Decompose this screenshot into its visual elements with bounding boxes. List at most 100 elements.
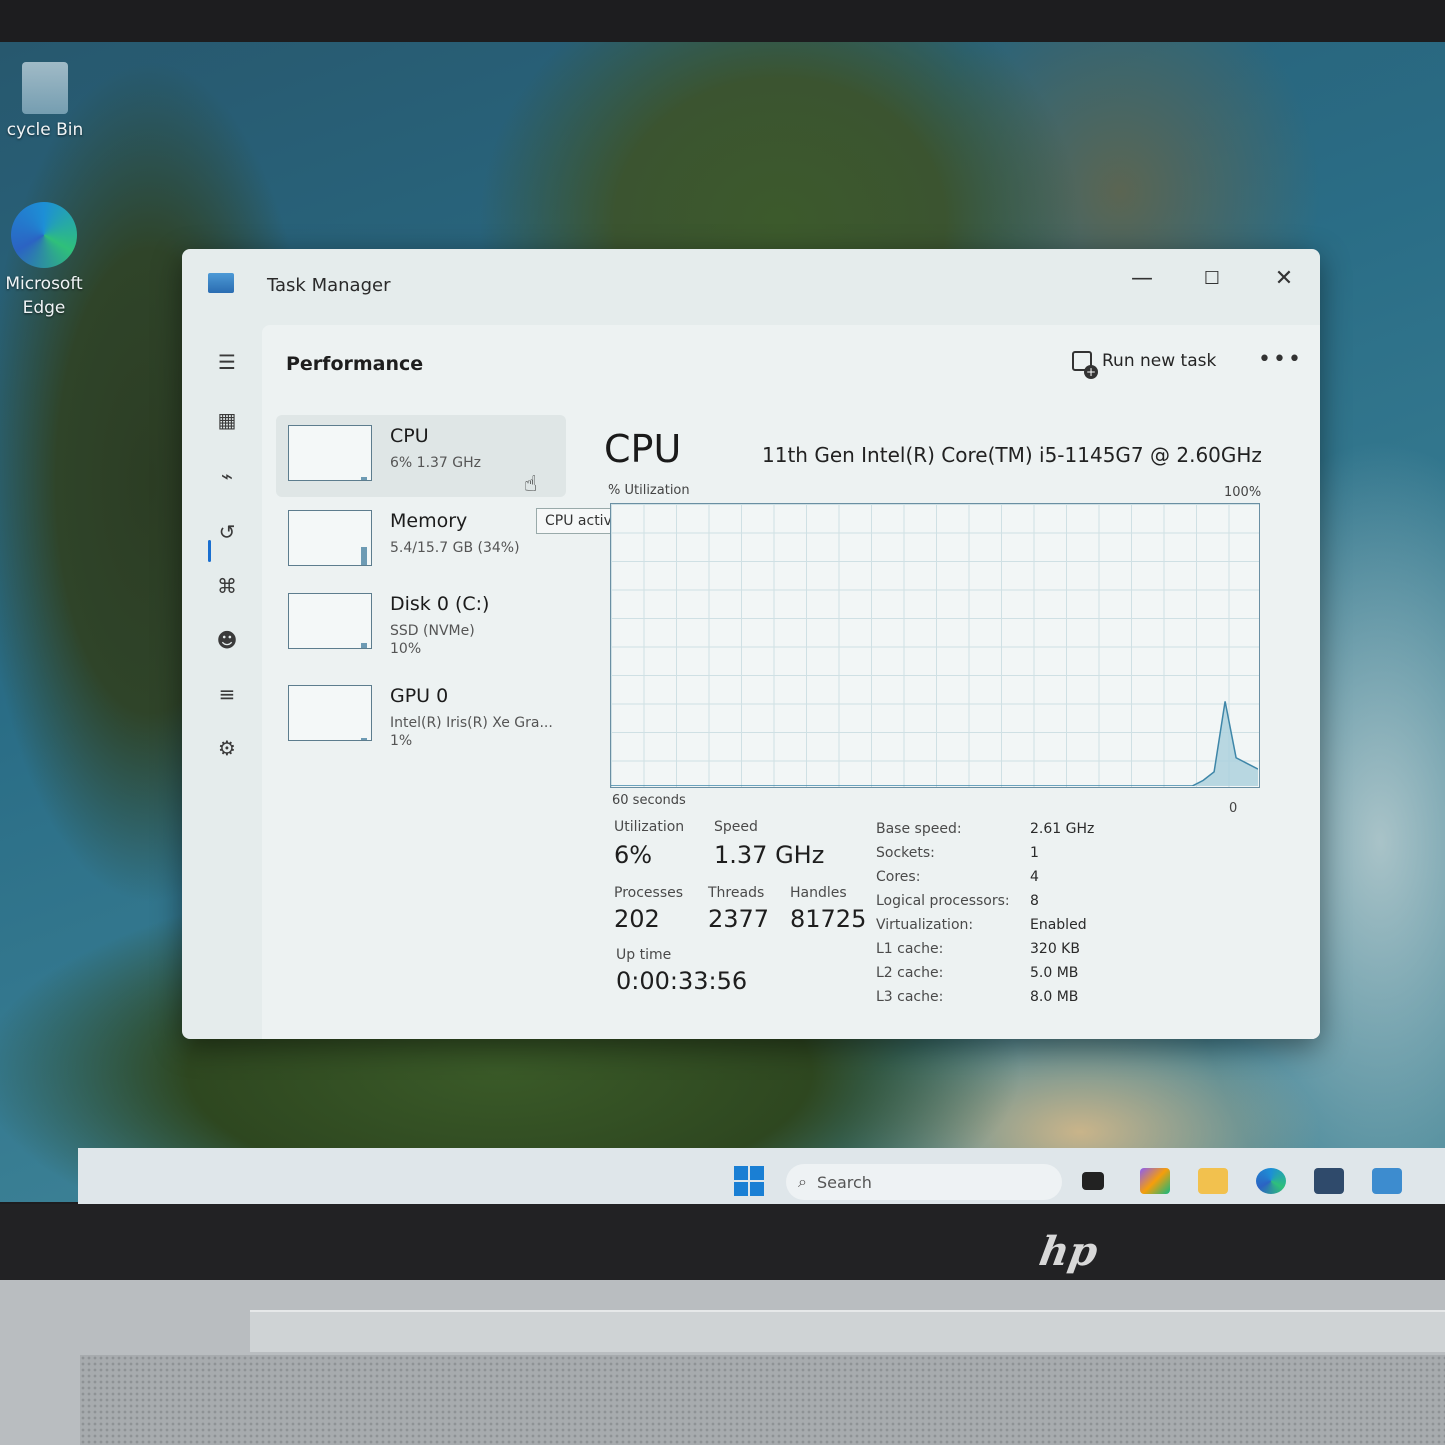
close-button[interactable]: ✕ xyxy=(1259,261,1309,297)
level-bar xyxy=(361,738,367,740)
edge-icon xyxy=(11,202,77,268)
graph-y-label: % Utilization xyxy=(608,483,690,498)
desktop: cycle Bin Microsoft Edge Task Manager — … xyxy=(0,42,1445,1202)
laptop-chin xyxy=(0,1204,1445,1280)
performance-page: Performance Run new task ••• CPU 6% 1.37… xyxy=(262,325,1320,1039)
spec-label: Base speed: xyxy=(876,821,962,837)
speed-value: 1.37 GHz xyxy=(714,841,825,869)
speaker-grille xyxy=(80,1355,1445,1445)
run-new-task-label: Run new task xyxy=(1102,351,1217,371)
search-placeholder: Search xyxy=(816,1172,872,1192)
spec-value: 320 KB xyxy=(1030,941,1080,957)
device-detail: Intel(R) Iris(R) Xe Gra... xyxy=(390,715,553,731)
search-icon: ⌕ xyxy=(798,1172,807,1191)
device-item-gpu[interactable]: GPU 0 Intel(R) Iris(R) Xe Gra... 1% xyxy=(276,675,566,757)
desktop-icon-label: cycle Bin xyxy=(6,120,84,140)
processes-value: 202 xyxy=(614,905,660,933)
level-bar xyxy=(361,643,367,648)
more-options-button[interactable]: ••• xyxy=(1258,347,1303,372)
page-title: Performance xyxy=(286,353,424,375)
spec-value: 8.0 MB xyxy=(1030,989,1079,1005)
graph-x-label: 60 seconds xyxy=(612,793,686,808)
device-item-memory[interactable]: Memory 5.4/15.7 GB (34%) xyxy=(276,500,566,582)
edge-taskbar-icon[interactable] xyxy=(1256,1168,1286,1194)
details-icon[interactable]: ≡ xyxy=(212,679,242,709)
device-name: CPU xyxy=(390,425,429,447)
minimize-button[interactable]: — xyxy=(1117,261,1167,297)
task-manager-taskbar-icon[interactable] xyxy=(1372,1168,1402,1194)
level-bar xyxy=(361,477,367,480)
spec-label: Logical processors: xyxy=(876,893,1010,909)
uptime-label: Up time xyxy=(616,947,672,963)
processes-icon[interactable]: ▦ xyxy=(212,405,242,435)
spec-label: Virtualization: xyxy=(876,917,974,933)
file-explorer-icon[interactable] xyxy=(1198,1168,1228,1194)
taskbar-search-box[interactable]: ⌕ Search xyxy=(786,1164,1062,1200)
desktop-icon-edge[interactable]: Microsoft Edge xyxy=(0,202,94,320)
taskbar: ⌕ Search xyxy=(78,1148,1445,1204)
device-detail: 6% 1.37 GHz xyxy=(390,455,482,471)
spec-value: 8 xyxy=(1030,893,1039,909)
spec-value: 1 xyxy=(1030,845,1039,861)
graph-y-max: 100% xyxy=(1224,485,1262,500)
processes-label: Processes xyxy=(614,885,684,901)
device-item-disk[interactable]: Disk 0 (C:) SSD (NVMe) 10% xyxy=(276,583,566,665)
task-view-icon[interactable] xyxy=(1082,1172,1104,1190)
run-new-task-button[interactable]: Run new task xyxy=(1072,351,1217,379)
hp-logo: hp xyxy=(1035,1228,1102,1275)
performance-icon[interactable]: ⌁ xyxy=(212,461,242,491)
page-header: Performance Run new task ••• xyxy=(262,325,1320,407)
nav-rail: ☰ ▦ ⌁ ↺ ⌘ ☻ ≡ ⚙ ⚙ xyxy=(182,325,280,1039)
speed-label: Speed xyxy=(714,819,758,835)
memory-thumbnail-graph xyxy=(288,510,372,566)
app-history-icon[interactable]: ↺ xyxy=(212,517,242,547)
desktop-icon-recycle-bin[interactable]: cycle Bin xyxy=(0,62,100,142)
maximize-button[interactable]: ☐ xyxy=(1187,261,1237,297)
spec-value: 2.61 GHz xyxy=(1030,821,1095,837)
title-bar: Task Manager — ☐ ✕ xyxy=(182,249,1320,325)
spec-label: L1 cache: xyxy=(876,941,944,957)
recycle-bin-icon xyxy=(22,62,68,114)
cpu-model: 11th Gen Intel(R) Core(TM) i5-1145G7 @ 2… xyxy=(762,443,1262,467)
device-detail: 5.4/15.7 GB (34%) xyxy=(390,540,520,556)
copilot-icon[interactable] xyxy=(1140,1168,1170,1194)
store-icon[interactable] xyxy=(1314,1168,1344,1194)
cpu-usage-area xyxy=(611,701,1258,786)
device-name: GPU 0 xyxy=(390,685,449,707)
utilization-label: Utilization xyxy=(614,819,685,835)
device-name: Disk 0 (C:) xyxy=(390,593,490,615)
uptime-value: 0:00:33:56 xyxy=(616,967,748,995)
cpu-usage-line xyxy=(611,701,1258,786)
device-item-cpu[interactable]: CPU 6% 1.37 GHz xyxy=(276,415,566,497)
services-icon[interactable]: ⚙ xyxy=(212,733,242,763)
device-usage: 10% xyxy=(390,641,422,657)
spec-value: 5.0 MB xyxy=(1030,965,1079,981)
spec-value: Enabled xyxy=(1030,917,1087,933)
cpu-utilization-plot xyxy=(611,701,1258,786)
cpu-heading: CPU xyxy=(604,427,682,471)
windows-start-icon[interactable] xyxy=(734,1166,764,1196)
spec-label: Sockets: xyxy=(876,845,935,861)
nav-selection-indicator xyxy=(208,540,211,562)
task-manager-app-icon xyxy=(208,273,234,293)
level-bar xyxy=(361,547,367,565)
handles-label: Handles xyxy=(790,885,847,901)
spec-label: Cores: xyxy=(876,869,921,885)
hand-cursor-icon: ☝ xyxy=(524,472,538,497)
device-usage: 1% xyxy=(390,733,413,749)
spec-value: 4 xyxy=(1030,869,1039,885)
disk-thumbnail-graph xyxy=(288,593,372,649)
device-detail: SSD (NVMe) xyxy=(390,623,475,639)
threads-label: Threads xyxy=(708,885,765,901)
handles-value: 81725 xyxy=(790,905,867,933)
hamburger-icon[interactable]: ☰ xyxy=(212,347,242,377)
startup-apps-icon[interactable]: ⌘ xyxy=(212,571,242,601)
spec-label: L3 cache: xyxy=(876,989,944,1005)
spec-label: L2 cache: xyxy=(876,965,944,981)
threads-value: 2377 xyxy=(708,905,770,933)
device-name: Memory xyxy=(390,510,468,532)
hinge-bar xyxy=(250,1310,1445,1352)
users-icon[interactable]: ☻ xyxy=(212,625,242,655)
window-title: Task Manager xyxy=(267,275,391,296)
gpu-thumbnail-graph xyxy=(288,685,372,741)
